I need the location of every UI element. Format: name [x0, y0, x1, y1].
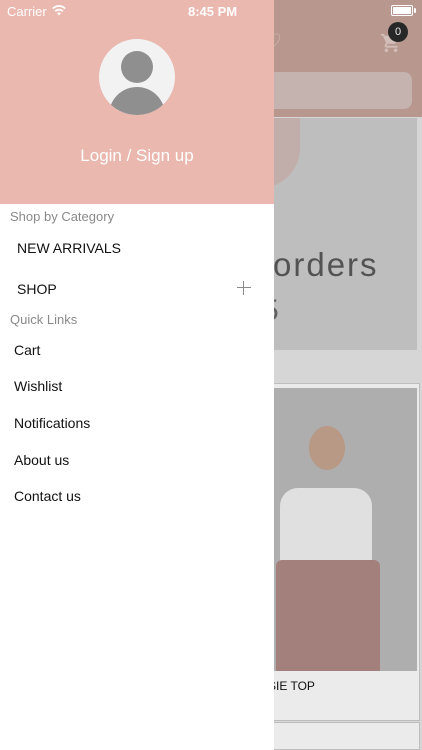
quick-links-title: Quick Links	[10, 312, 78, 327]
clock: 8:45 PM	[188, 4, 238, 19]
avatar-body	[109, 87, 165, 115]
quick-link-wishlist[interactable]: Wishlist	[14, 378, 62, 394]
battery-fill	[393, 7, 411, 14]
wifi-icon	[52, 5, 66, 16]
quick-link-cart[interactable]: Cart	[14, 342, 40, 358]
side-drawer: Login / Sign up Shop by Category NEW ARR…	[0, 0, 274, 750]
carrier-label: Carrier	[7, 4, 47, 19]
avatar[interactable]	[99, 39, 175, 115]
status-bar: Carrier 8:45 PM	[0, 0, 422, 22]
battery-icon	[391, 5, 413, 16]
battery-cap	[414, 8, 416, 13]
avatar-head	[121, 51, 153, 83]
quick-link-notifications[interactable]: Notifications	[14, 415, 90, 431]
quick-link-about-us[interactable]: About us	[14, 452, 69, 468]
category-new-arrivals[interactable]: NEW ARRIVALS	[17, 240, 121, 256]
quick-link-contact-us[interactable]: Contact us	[14, 488, 81, 504]
drawer-header: Login / Sign up	[0, 0, 274, 204]
login-signup-link[interactable]: Login / Sign up	[0, 146, 274, 166]
expand-plus-icon[interactable]	[236, 280, 252, 296]
shop-by-category-title: Shop by Category	[10, 209, 115, 224]
category-shop[interactable]: SHOP	[17, 281, 57, 297]
